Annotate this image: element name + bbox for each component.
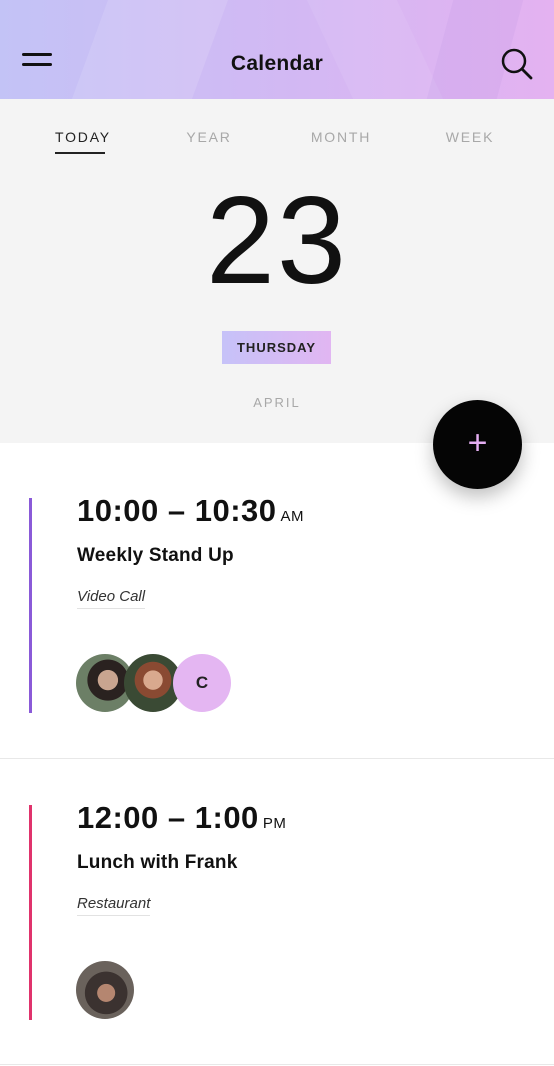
tab-today[interactable]: TODAY	[55, 129, 109, 154]
attendee-avatar[interactable]	[76, 961, 134, 1019]
search-icon[interactable]	[500, 47, 534, 81]
event-time-range: 10:00 – 10:30	[77, 493, 277, 528]
header-decoration	[71, 0, 229, 99]
event-time-period: PM	[262, 815, 287, 832]
date-panel: TODAY YEAR MONTH WEEK 23 THURSDAY APRIL	[0, 99, 554, 443]
event-time: 12:00 – 1:00 PM	[77, 800, 286, 836]
add-event-button[interactable]: +	[433, 400, 522, 489]
tab-month[interactable]: MONTH	[310, 129, 372, 145]
event-time-period: AM	[280, 508, 305, 525]
app-header: Calendar	[0, 0, 554, 99]
view-tabs: TODAY YEAR MONTH WEEK	[0, 129, 554, 159]
event-title: Weekly Stand Up	[77, 545, 234, 566]
event-accent-bar	[29, 805, 32, 1020]
day-number: 23	[206, 172, 348, 310]
event-divider	[0, 1064, 554, 1065]
page-title: Calendar	[230, 52, 324, 75]
event-title: Lunch with Frank	[77, 852, 238, 873]
event-location: Restaurant	[77, 895, 151, 916]
plus-icon: +	[467, 424, 488, 462]
event-divider	[0, 758, 554, 759]
header-decoration	[306, 0, 444, 99]
attendee-avatar-initial[interactable]: C	[173, 654, 231, 712]
event-location: Video Call	[77, 588, 146, 609]
tab-week[interactable]: WEEK	[445, 129, 495, 145]
tab-year[interactable]: YEAR	[186, 129, 232, 145]
event-time-range: 12:00 – 1:00	[77, 800, 259, 835]
weekday-badge: THURSDAY	[222, 331, 331, 364]
event-time: 10:00 – 10:30 AM	[77, 493, 304, 529]
event-accent-bar	[29, 498, 32, 713]
